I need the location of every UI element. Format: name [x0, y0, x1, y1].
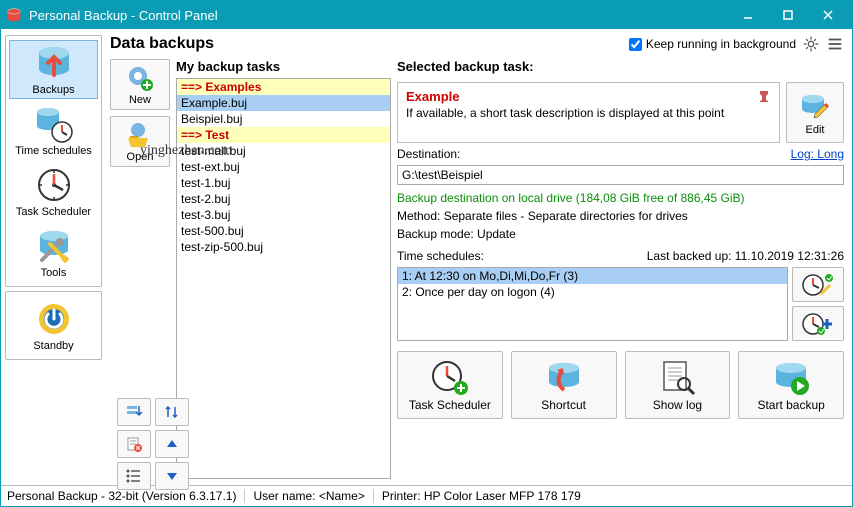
status-username: User name: <Name> — [253, 489, 373, 503]
open-task-button[interactable]: Open — [110, 116, 170, 167]
selected-title: Selected backup task: — [397, 59, 844, 74]
list-icon — [125, 467, 143, 485]
task-list-item[interactable]: test-500.buj — [177, 223, 390, 239]
showlog-label: Show log — [653, 398, 702, 412]
new-task-button[interactable]: New — [110, 59, 170, 110]
task-list-item[interactable]: Example.buj — [177, 95, 390, 111]
clock-pencil-icon — [801, 272, 835, 298]
tasks-title: My backup tasks — [176, 59, 391, 74]
mode-info: Backup mode: Update — [397, 227, 844, 241]
task-list-item[interactable]: Beispiel.buj — [177, 111, 390, 127]
task-description-box: Example If available, a short task descr… — [397, 82, 780, 143]
log-link[interactable]: Log: Long — [791, 147, 844, 161]
schedules-title: Time schedules: — [397, 249, 484, 263]
task-list-item[interactable]: test-mail.buj — [177, 143, 390, 159]
sidebar-scheduler-label: Task Scheduler — [16, 206, 91, 218]
move-up-button[interactable] — [155, 430, 189, 458]
collapse-button[interactable] — [117, 398, 151, 426]
sidebar-standby-label: Standby — [33, 340, 73, 352]
collapse-icon — [125, 403, 143, 421]
add-schedule-button[interactable] — [792, 306, 844, 341]
time-schedules-icon — [32, 104, 76, 144]
keep-running-input[interactable] — [629, 38, 642, 51]
page-title: Data backups — [110, 35, 629, 53]
standby-icon — [32, 299, 76, 339]
status-printer: Printer: HP Color Laser MFP 178 179 — [382, 489, 589, 503]
task-list-item[interactable]: test-1.buj — [177, 175, 390, 191]
menu-icon[interactable] — [826, 35, 844, 53]
app-icon — [5, 6, 23, 24]
edit-button[interactable]: Edit — [786, 82, 844, 143]
keep-running-label: Keep running in background — [646, 37, 796, 51]
task-list-item[interactable]: test-3.buj — [177, 207, 390, 223]
sort-icon — [163, 403, 181, 421]
task-group-header[interactable]: ==> Examples — [177, 79, 390, 95]
task-scheduler-icon — [32, 165, 76, 205]
schedule-list[interactable]: 1: At 12:30 on Mo,Di,Mi,Do,Fr (3)2: Once… — [397, 267, 788, 341]
window-title: Personal Backup - Control Panel — [29, 8, 728, 23]
close-button[interactable] — [808, 3, 848, 27]
sidebar-tools[interactable]: Tools — [9, 223, 98, 282]
settings-icon[interactable] — [802, 35, 820, 53]
edit-schedule-button[interactable] — [792, 267, 844, 302]
keep-running-checkbox[interactable]: Keep running in background — [629, 37, 796, 51]
task-group-header[interactable]: ==> Test — [177, 127, 390, 143]
sidebar-time-label: Time schedules — [15, 145, 92, 157]
new-icon — [124, 63, 156, 93]
shortcut-label: Shortcut — [541, 398, 586, 412]
down-arrow-icon — [165, 469, 179, 483]
new-label: New — [129, 94, 151, 106]
remove-icon — [125, 435, 143, 453]
minimize-button[interactable] — [728, 3, 768, 27]
edit-icon — [798, 89, 832, 123]
tools-icon — [32, 226, 76, 266]
schedule-item[interactable]: 1: At 12:30 on Mo,Di,Mi,Do,Fr (3) — [398, 268, 787, 284]
sort-button[interactable] — [155, 398, 189, 426]
backup-task-list[interactable]: ==> ExamplesExample.bujBeispiel.buj==> T… — [176, 78, 391, 479]
list-button[interactable] — [117, 462, 151, 490]
edit-label: Edit — [806, 124, 825, 136]
sidebar-backups[interactable]: Backups — [9, 40, 98, 99]
up-arrow-icon — [165, 437, 179, 451]
maximize-button[interactable] — [768, 3, 808, 27]
shortcut-icon — [543, 358, 585, 396]
status-version: Personal Backup - 32-bit (Version 6.3.17… — [7, 489, 245, 503]
start-icon — [770, 358, 812, 396]
start-label: Start backup — [757, 398, 824, 412]
start-backup-button[interactable]: Start backup — [738, 351, 844, 419]
clock-plus-icon — [801, 311, 835, 337]
move-down-button[interactable] — [155, 462, 189, 490]
selected-task-name: Example — [406, 89, 771, 104]
destination-info: Backup destination on local drive (184,0… — [397, 189, 844, 205]
task-description-text: If available, a short task description i… — [406, 106, 771, 120]
showlog-icon — [656, 358, 698, 396]
remove-button[interactable] — [117, 430, 151, 458]
schedule-item[interactable]: 2: Once per day on logon (4) — [398, 284, 787, 300]
sidebar-task-scheduler[interactable]: Task Scheduler — [9, 162, 98, 221]
scheduler-btn-label: Task Scheduler — [409, 398, 491, 412]
sidebar-tools-label: Tools — [41, 267, 67, 279]
last-backed-label: Last backed up: 11.10.2019 12:31:26 — [647, 249, 844, 263]
task-scheduler-button[interactable]: Task Scheduler — [397, 351, 503, 419]
scheduler-plus-icon — [429, 358, 471, 396]
destination-label: Destination: — [397, 147, 460, 161]
method-info: Method: Separate files - Separate direct… — [397, 209, 844, 223]
shortcut-button[interactable]: Shortcut — [511, 351, 617, 419]
task-list-item[interactable]: test-zip-500.buj — [177, 239, 390, 255]
sidebar-time-schedules[interactable]: Time schedules — [9, 101, 98, 160]
task-list-item[interactable]: test-2.buj — [177, 191, 390, 207]
backups-icon — [32, 43, 76, 83]
destination-input[interactable] — [397, 165, 844, 185]
show-log-button[interactable]: Show log — [625, 351, 731, 419]
open-icon — [124, 120, 156, 150]
sidebar-backups-label: Backups — [32, 84, 74, 96]
pin-icon[interactable] — [757, 89, 773, 105]
open-label: Open — [127, 151, 154, 163]
sidebar-standby[interactable]: Standby — [9, 296, 98, 355]
task-list-item[interactable]: test-ext.buj — [177, 159, 390, 175]
